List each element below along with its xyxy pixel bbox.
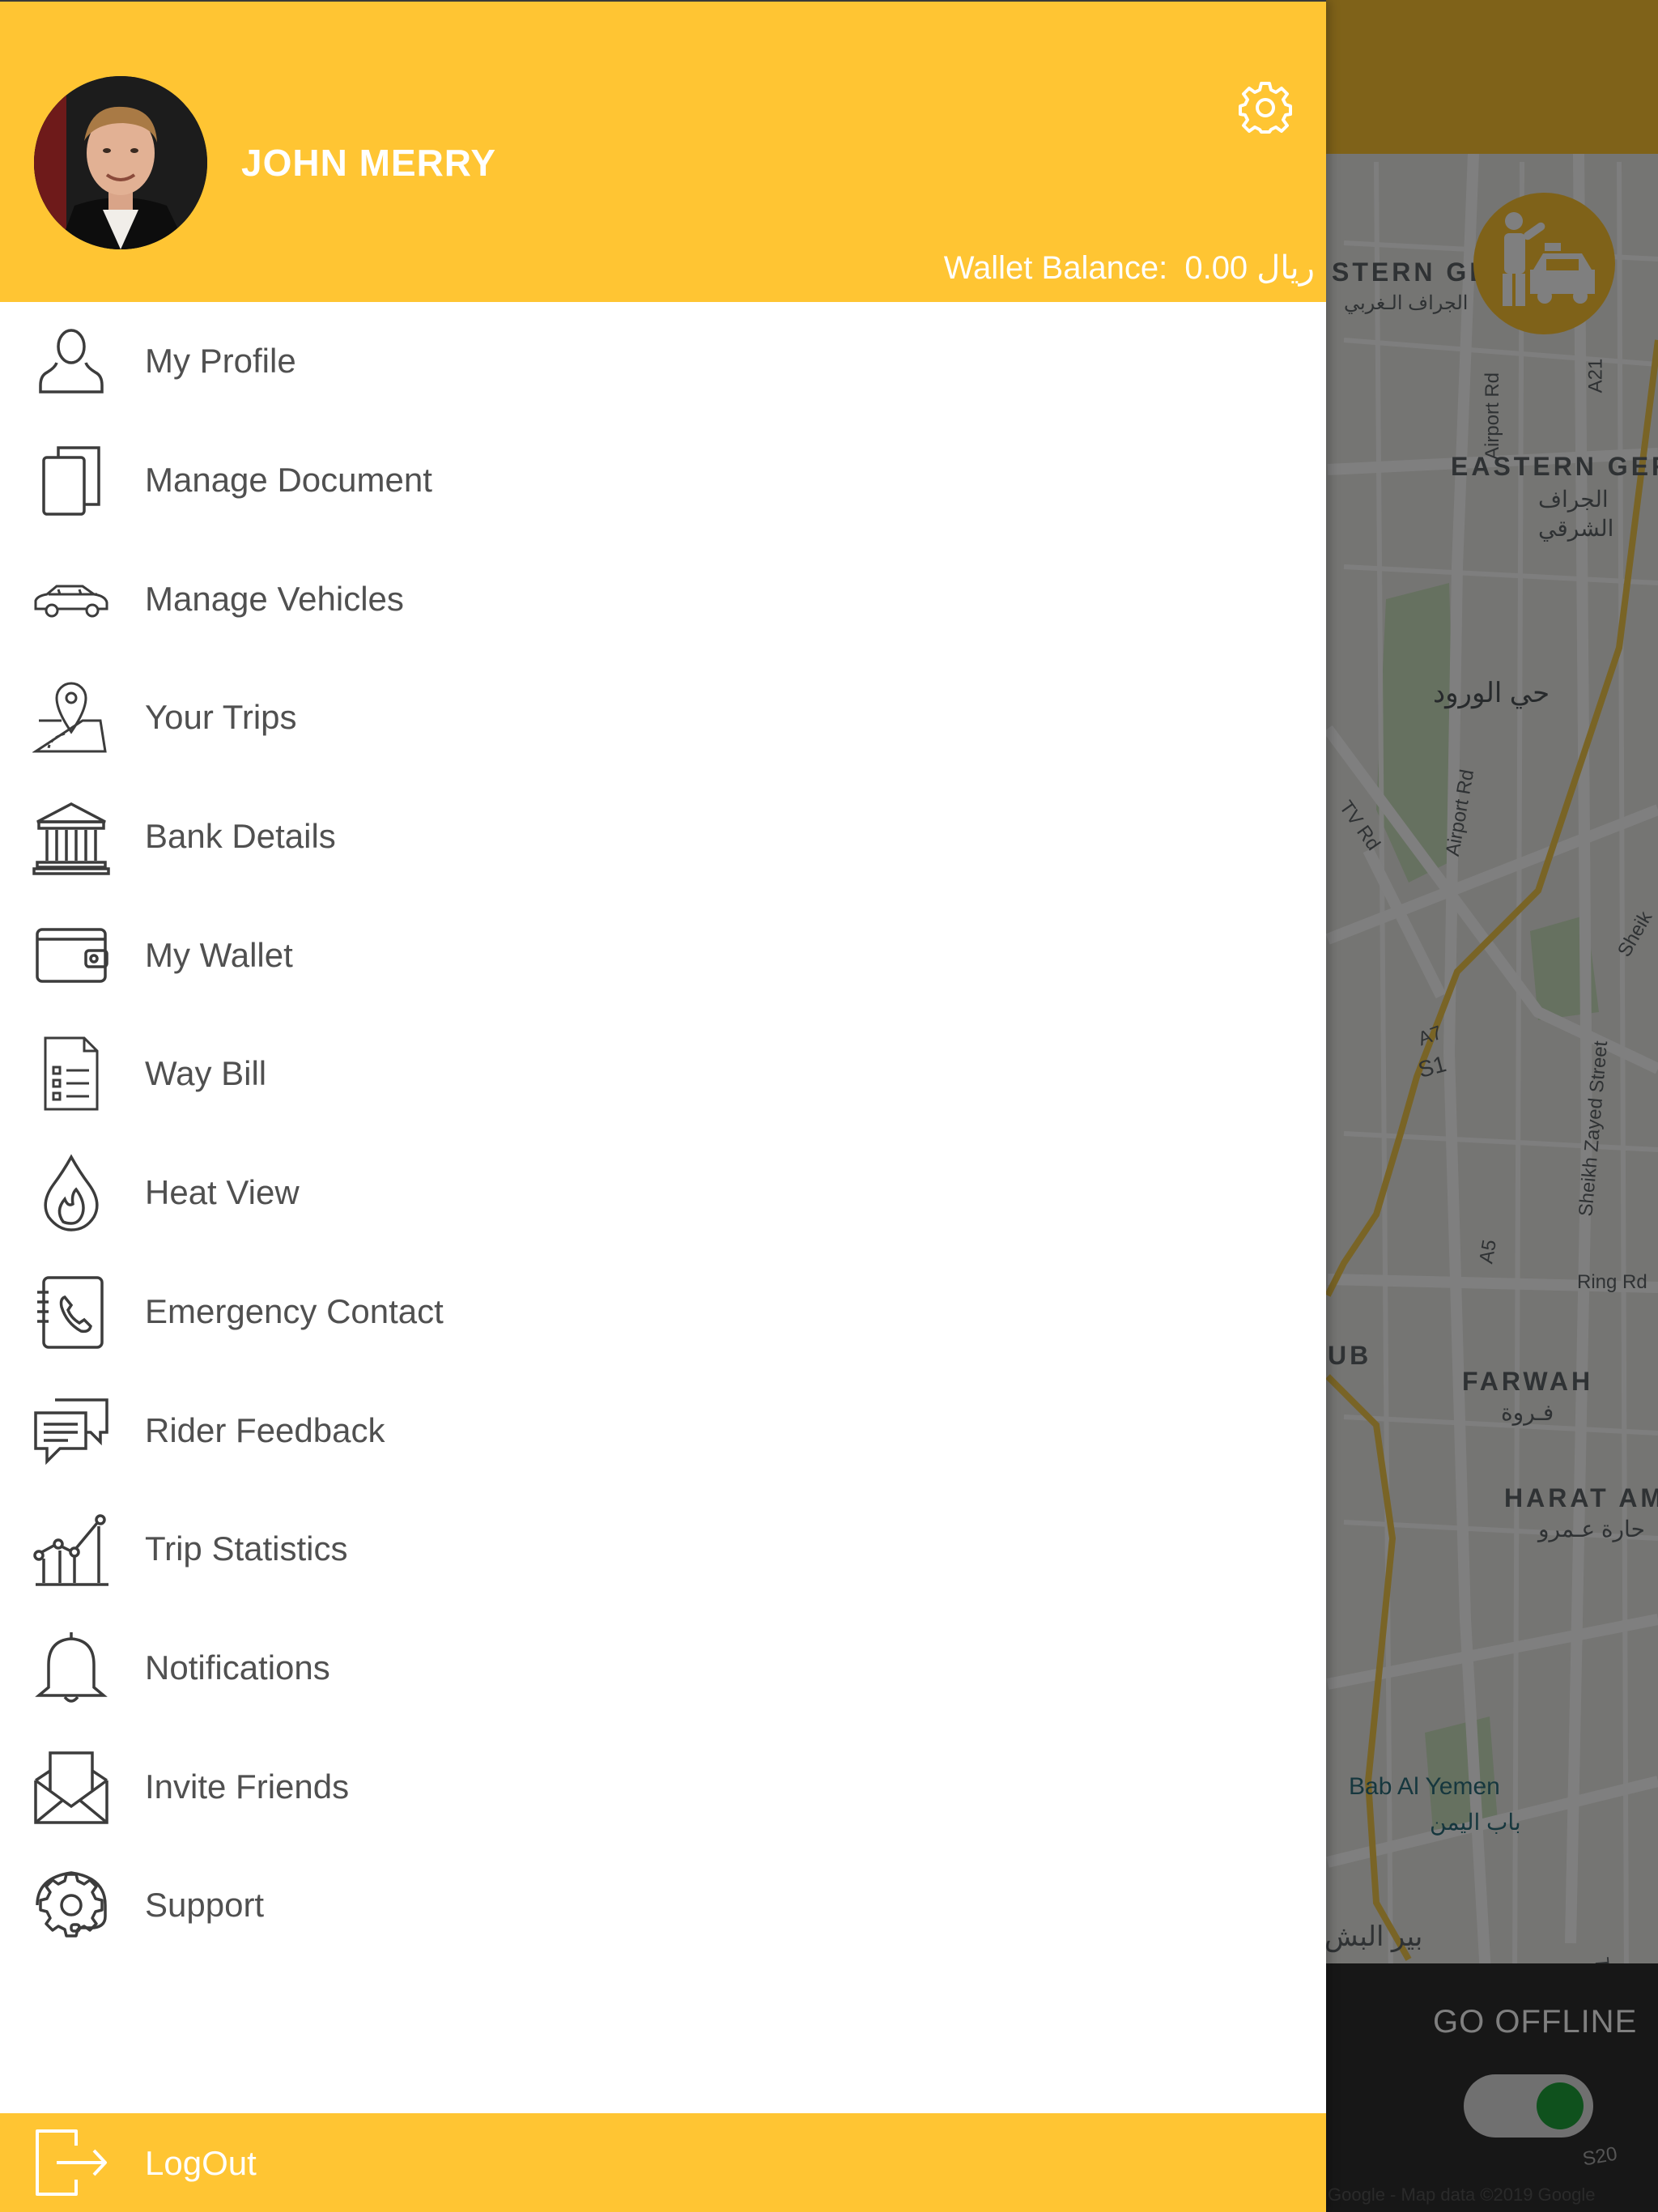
menu-item-label: Your Trips <box>145 698 297 737</box>
menu-item-your-trips[interactable]: Your Trips <box>0 658 1326 777</box>
user-icon <box>32 322 110 400</box>
menu-item-label: Invite Friends <box>145 1767 350 1806</box>
menu-item-heat-view[interactable]: Heat View <box>0 1134 1326 1253</box>
menu-item-bank-details[interactable]: Bank Details <box>0 777 1326 896</box>
logout-label: LogOut <box>145 2144 257 2182</box>
menu-item-label: Manage Document <box>145 461 432 500</box>
support-gear-icon <box>32 1866 110 1944</box>
documents-icon <box>32 441 110 519</box>
menu-item-label: Bank Details <box>145 817 336 856</box>
menu-item-label: Support <box>145 1886 265 1925</box>
menu-item-label: Manage Vehicles <box>145 579 404 618</box>
menu-item-rider-feedback[interactable]: Rider Feedback <box>0 1371 1326 1490</box>
menu-item-trip-statistics[interactable]: Trip Statistics <box>0 1490 1326 1609</box>
settings-button[interactable] <box>1237 79 1294 135</box>
menu-item-label: Heat View <box>145 1173 300 1212</box>
profile-photo <box>34 76 207 249</box>
chat-bubbles-icon <box>32 1392 110 1470</box>
menu-item-label: Emergency Contact <box>145 1291 444 1330</box>
menu-item-label: My Wallet <box>145 935 293 974</box>
menu-item-support[interactable]: Support <box>0 1846 1326 1965</box>
drawer-menu: My Profile Manage Document Manage Vehicl… <box>0 302 1326 1965</box>
menu-item-my-profile[interactable]: My Profile <box>0 302 1326 421</box>
bank-icon <box>32 798 110 875</box>
menu-item-label: Way Bill <box>145 1054 267 1093</box>
menu-item-label: Notifications <box>145 1648 330 1687</box>
wallet-balance-value: 0.00 ريال <box>1184 250 1315 286</box>
menu-item-my-wallet[interactable]: My Wallet <box>0 895 1326 1015</box>
wallet-balance-label: Wallet Balance: <box>943 250 1168 286</box>
menu-item-manage-vehicles[interactable]: Manage Vehicles <box>0 539 1326 658</box>
menu-item-way-bill[interactable]: Way Bill <box>0 1015 1326 1134</box>
flame-icon <box>32 1154 110 1231</box>
drawer-header: JOHN MERRY Wallet Balance: 0.00 ريال <box>0 0 1326 302</box>
car-icon <box>32 560 110 638</box>
menu-item-label: Rider Feedback <box>145 1410 385 1449</box>
gear-icon <box>1239 82 1292 134</box>
phone-book-icon <box>32 1273 110 1351</box>
bell-icon <box>32 1629 110 1707</box>
avatar[interactable] <box>34 76 207 249</box>
wallet-balance: Wallet Balance: 0.00 ريال <box>936 249 1315 287</box>
logout-button[interactable]: LogOut <box>0 2113 1326 2212</box>
menu-item-label: Trip Statistics <box>145 1529 348 1568</box>
menu-item-notifications[interactable]: Notifications <box>0 1609 1326 1728</box>
user-name: JOHN MERRY <box>241 142 496 184</box>
menu-item-label: My Profile <box>145 342 296 381</box>
map-pin-icon <box>32 678 110 756</box>
envelope-icon <box>32 1748 110 1826</box>
checklist-icon <box>32 1035 110 1112</box>
menu-item-emergency-contact[interactable]: Emergency Contact <box>0 1253 1326 1372</box>
menu-item-manage-document[interactable]: Manage Document <box>0 421 1326 540</box>
wallet-icon <box>32 917 110 994</box>
menu-item-invite-friends[interactable]: Invite Friends <box>0 1727 1326 1846</box>
chart-icon <box>32 1510 110 1588</box>
navigation-drawer: JOHN MERRY Wallet Balance: 0.00 ريال My … <box>0 0 1326 2212</box>
logout-icon <box>32 2126 110 2199</box>
